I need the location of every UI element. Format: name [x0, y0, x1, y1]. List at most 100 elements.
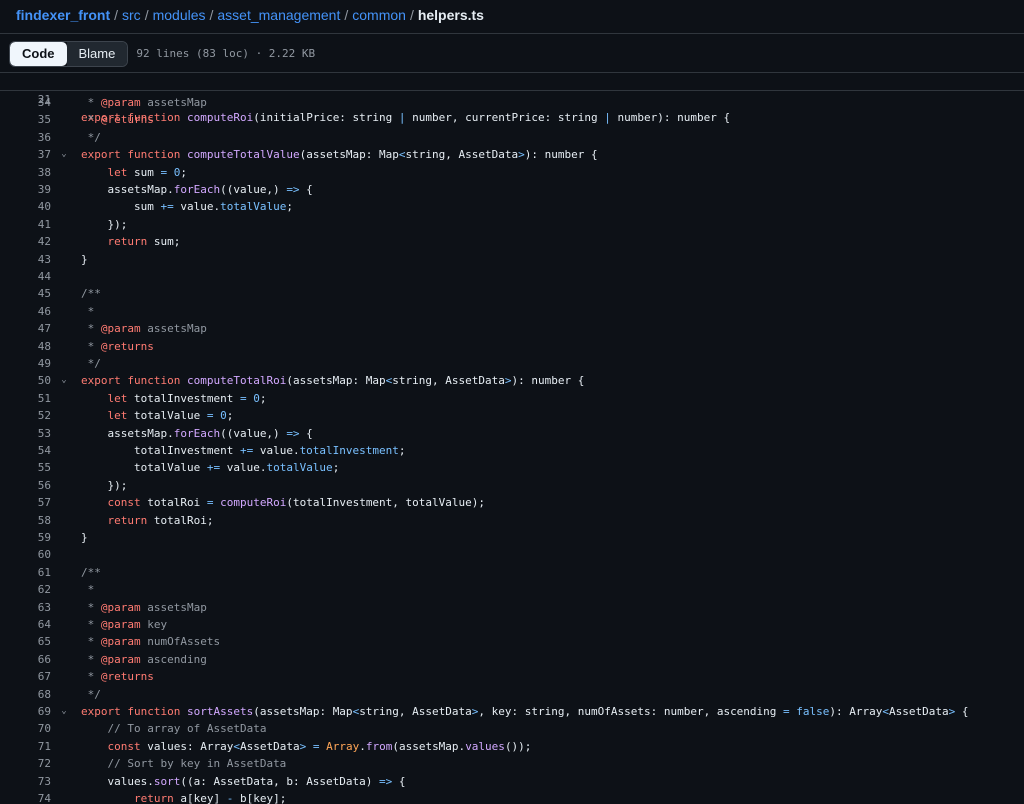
- line-number[interactable]: 60: [0, 546, 51, 563]
- breadcrumb: findexer_front / src / modules / asset_managem…: [0, 0, 1024, 34]
- line-number[interactable]: 71: [0, 738, 51, 755]
- code-line: 55 totalValue += value.totalValue;: [0, 459, 1024, 476]
- code-tab[interactable]: Code: [10, 41, 67, 66]
- code-text: assetsMap.forEach((value,) => {: [81, 426, 313, 440]
- line-number[interactable]: 35: [0, 111, 51, 128]
- line-number[interactable]: 72: [0, 755, 51, 772]
- code-text: * @param numOfAssets: [81, 635, 221, 649]
- line-number[interactable]: 66: [0, 651, 51, 668]
- code-line: 65 * @param numOfAssets: [0, 633, 1024, 650]
- line-number[interactable]: 40: [0, 198, 51, 215]
- code-text: // To array of AssetData: [107, 722, 267, 736]
- code-line: 66 * @param ascending: [0, 651, 1024, 668]
- breadcrumb-separator: /: [114, 7, 119, 23]
- code-line: 38 let sum = 0;: [0, 164, 1024, 181]
- line-number[interactable]: 51: [0, 390, 51, 407]
- breadcrumb-asset-management-link[interactable]: asset_management: [217, 7, 340, 23]
- code-text: *: [81, 304, 95, 318]
- code-line: 64 * @param key: [0, 616, 1024, 633]
- line-number[interactable]: 54: [0, 442, 51, 459]
- code-text: assetsMap.forEach((value,) => {: [81, 183, 313, 196]
- line-number[interactable]: 61: [0, 564, 51, 581]
- line-number[interactable]: 69: [0, 703, 51, 720]
- file-info: 92 lines (83 loc) · 2.22 KB: [136, 47, 316, 60]
- code-text: sum += value.totalValue;: [81, 200, 293, 214]
- code-line: 72 // Sort by key in AssetData: [0, 755, 1024, 772]
- breadcrumb-repo-link[interactable]: findexer_front: [16, 7, 110, 23]
- line-number[interactable]: 46: [0, 303, 51, 320]
- code-text: */: [81, 357, 101, 370]
- line-number[interactable]: 52: [0, 407, 51, 424]
- line-number[interactable]: 62: [0, 581, 51, 598]
- code-line: 71 const values: Array<AssetData> = Arra…: [0, 738, 1024, 755]
- line-number[interactable]: 64: [0, 616, 51, 633]
- line-number[interactable]: 67: [0, 668, 51, 685]
- code-text: values.sort((a: AssetData, b: AssetData)…: [81, 774, 406, 788]
- breadcrumb-src-link[interactable]: src: [122, 7, 141, 23]
- line-number[interactable]: 70: [0, 720, 51, 737]
- code-line: 56 });: [0, 477, 1024, 494]
- line-number[interactable]: 58: [0, 512, 51, 529]
- code-text: totalInvestment += value.totalInvestment…: [81, 444, 406, 457]
- code-line: 74 return a[key] - b[key];: [0, 790, 1024, 804]
- code-line: 60: [0, 546, 1024, 563]
- line-number[interactable]: 59: [0, 529, 51, 546]
- line-number[interactable]: 47: [0, 320, 51, 337]
- line-number[interactable]: 57: [0, 494, 51, 511]
- line-number[interactable]: 38: [0, 164, 51, 181]
- code-line: 37 ⌄ export function computeTotalValue(ass…: [0, 146, 1024, 163]
- code-line: 58 return totalRoi;: [0, 512, 1024, 529]
- line-number[interactable]: 37: [0, 146, 51, 163]
- code-line: 59}: [0, 529, 1024, 546]
- line-number[interactable]: 43: [0, 251, 51, 268]
- code-line: 46 *: [0, 303, 1024, 320]
- breadcrumb-separator: /: [144, 7, 149, 23]
- chevron-down-icon[interactable]: ⌄: [58, 146, 70, 163]
- code-line: 34 * @param assetsMap: [0, 94, 1024, 111]
- code-view: 34 * @param assetsMap 35 * @returns 36 *…: [0, 94, 1024, 804]
- code-line: 44: [0, 268, 1024, 285]
- code-line: 45 /**: [0, 285, 1024, 302]
- breadcrumb-common-link[interactable]: common: [352, 7, 406, 23]
- line-number[interactable]: 65: [0, 633, 51, 650]
- line-number[interactable]: 74: [0, 790, 51, 804]
- code-line: 61 /**: [0, 564, 1024, 581]
- code-text: totalValue += value.totalValue;: [81, 461, 340, 475]
- line-number[interactable]: 55: [0, 459, 51, 476]
- code-text: * @param assetsMap: [81, 600, 207, 614]
- code-line: 67 * @returns: [0, 668, 1024, 685]
- chevron-down-icon[interactable]: ⌄: [58, 703, 70, 720]
- line-number[interactable]: 48: [0, 338, 51, 355]
- line-number[interactable]: 45: [0, 285, 51, 302]
- blame-tab[interactable]: Blame: [66, 41, 128, 66]
- code-line: 35 * @returns: [0, 111, 1024, 128]
- code-text: }: [81, 252, 88, 266]
- code-line: 43}: [0, 251, 1024, 268]
- line-number[interactable]: 34: [0, 94, 51, 111]
- code-line: 49 */: [0, 355, 1024, 372]
- code-line: 63 * @param assetsMap: [0, 599, 1024, 616]
- code-line: 53 assetsMap.forEach((value,) => {: [0, 425, 1024, 442]
- line-number[interactable]: 73: [0, 773, 51, 790]
- chevron-down-icon[interactable]: ⌄: [58, 372, 70, 389]
- line-number[interactable]: 39: [0, 181, 51, 198]
- line-number[interactable]: 41: [0, 216, 51, 233]
- breadcrumb-modules-link[interactable]: modules: [153, 7, 206, 23]
- line-number[interactable]: 49: [0, 355, 51, 372]
- code-text: return a[key] - b[key];: [133, 792, 287, 804]
- line-number[interactable]: 36: [0, 129, 51, 146]
- code-text: });: [81, 217, 128, 231]
- line-number[interactable]: 53: [0, 425, 51, 442]
- line-number[interactable]: 50: [0, 372, 51, 389]
- line-number[interactable]: 63: [0, 599, 51, 616]
- code-line: 39 assetsMap.forEach((value,) => {: [0, 181, 1024, 198]
- code-line: 50 ⌄ export function computeTotalRoi(asset…: [0, 372, 1024, 389]
- code-line: 42 return sum;: [0, 233, 1024, 250]
- code-line: 21 export function computeRoi(initialPri…: [0, 74, 1024, 123]
- line-number[interactable]: 42: [0, 233, 51, 250]
- line-number[interactable]: 68: [0, 686, 51, 703]
- code-text: * @returns: [81, 670, 154, 684]
- line-number[interactable]: 44: [0, 268, 51, 285]
- line-number[interactable]: 56: [0, 477, 51, 494]
- code-line: 57 const totalRoi = computeRoi(totalInve…: [0, 494, 1024, 511]
